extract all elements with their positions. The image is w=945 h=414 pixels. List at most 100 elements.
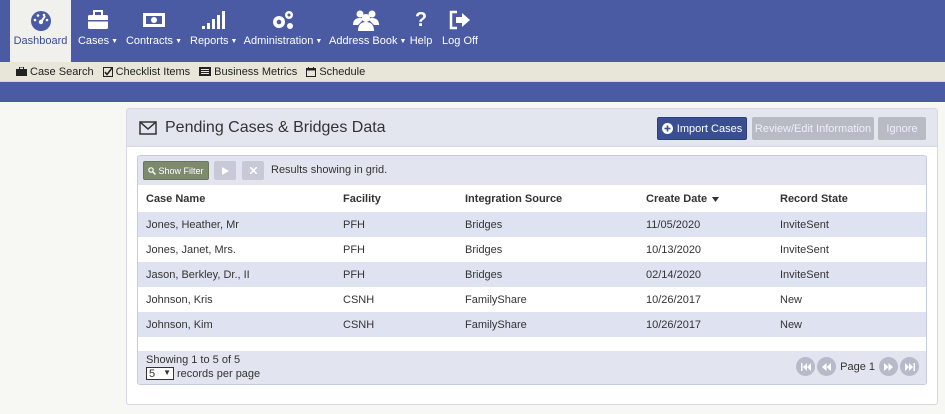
cell-facility: PFH bbox=[343, 269, 365, 281]
column-header-create-date[interactable]: Create Date bbox=[646, 193, 720, 205]
nav-label: Contracts bbox=[125, 35, 174, 47]
bar-chart-icon bbox=[190, 9, 236, 31]
subnav-schedule[interactable]: Schedule bbox=[306, 66, 365, 78]
column-header-case-name[interactable]: Case Name bbox=[146, 193, 205, 205]
results-grid: Show Filter Results showing in grid. Cas… bbox=[137, 155, 927, 385]
cell-case-name: Jones, Heather, Mr bbox=[146, 219, 239, 231]
column-header-integration-source[interactable]: Integration Source bbox=[465, 193, 562, 205]
briefcase-icon bbox=[16, 67, 27, 76]
showing-count: Showing 1 to 5 of 5 bbox=[146, 354, 241, 366]
cell-facility: PFH bbox=[343, 244, 365, 256]
nav-administration[interactable]: Administration ▼ bbox=[243, 0, 323, 62]
import-cases-button[interactable]: Import Cases bbox=[657, 117, 747, 140]
nav-log-off[interactable]: Log Off bbox=[439, 0, 481, 62]
column-header-facility[interactable]: Facility bbox=[343, 193, 381, 205]
cell-record-state: New bbox=[780, 294, 803, 306]
nav-address-book[interactable]: Address Book ▼ bbox=[329, 0, 407, 62]
table-row[interactable]: Johnson, Kim CSNH FamilyShare 10/26/2017… bbox=[138, 312, 926, 337]
records-per-page-value: 5 bbox=[149, 367, 156, 380]
nav-help[interactable]: ? Help bbox=[408, 0, 434, 62]
subnav-label: Schedule bbox=[319, 65, 366, 78]
cell-integration-source: Bridges bbox=[465, 244, 503, 256]
sub-nav: Case Search Checklist Items Business Met… bbox=[0, 62, 945, 82]
records-per-page-select[interactable]: 5 ▼ bbox=[146, 367, 174, 380]
panel-header: Pending Cases & Bridges Data Import Case… bbox=[127, 109, 937, 147]
table-row[interactable]: Jones, Heather, Mr PFH Bridges 11/05/202… bbox=[138, 212, 926, 237]
cell-create-date: 10/26/2017 bbox=[646, 294, 702, 306]
nav-label: Dashboard bbox=[13, 35, 68, 47]
import-cases-label: Import Cases bbox=[676, 122, 743, 135]
first-page-button[interactable] bbox=[796, 357, 816, 376]
cell-create-date: 10/26/2017 bbox=[646, 319, 702, 331]
cell-integration-source: Bridges bbox=[465, 219, 503, 231]
prev-page-button[interactable] bbox=[817, 357, 837, 376]
next-page-button[interactable] bbox=[879, 357, 898, 376]
subnav-label: Case Search bbox=[30, 65, 94, 78]
nav-label: Log Off bbox=[442, 35, 478, 47]
cell-record-state: New bbox=[780, 319, 803, 331]
nav-label: Cases bbox=[77, 35, 110, 47]
cell-create-date: 02/14/2020 bbox=[646, 269, 702, 281]
chevron-down-icon: ▼ bbox=[163, 368, 171, 377]
header-band bbox=[0, 82, 945, 102]
cell-record-state: InviteSent bbox=[780, 269, 829, 281]
play-icon bbox=[221, 166, 229, 175]
gears-icon bbox=[243, 9, 323, 31]
envelope-icon bbox=[139, 121, 157, 135]
subnav-checklist-items[interactable]: Checklist Items bbox=[102, 66, 190, 78]
table-header: Case Name Facility Integration Source Cr… bbox=[138, 185, 926, 212]
table-row[interactable]: Jones, Janet, Mrs. PFH Bridges 10/13/202… bbox=[138, 237, 926, 262]
ignore-button[interactable]: Ignore bbox=[878, 117, 926, 140]
cell-integration-source: FamilyShare bbox=[465, 294, 527, 306]
caret-down-icon: ▼ bbox=[315, 37, 323, 45]
clear-filter-button[interactable] bbox=[242, 161, 264, 180]
top-nav: Dashboard Cases ▼ Contracts ▼ Reports ▼ Adm… bbox=[0, 0, 945, 62]
caret-down-icon: ▼ bbox=[111, 37, 119, 45]
cell-record-state: InviteSent bbox=[780, 219, 829, 231]
subnav-case-search[interactable]: Case Search bbox=[16, 66, 94, 78]
nav-dashboard[interactable]: Dashboard bbox=[10, 0, 71, 62]
search-icon bbox=[148, 166, 157, 175]
subnav-business-metrics[interactable]: Business Metrics bbox=[199, 66, 297, 78]
nav-reports[interactable]: Reports ▼ bbox=[190, 0, 238, 62]
apply-filter-button[interactable] bbox=[214, 161, 236, 180]
subnav-label: Business Metrics bbox=[214, 65, 298, 78]
plus-circle-icon bbox=[661, 123, 673, 134]
show-filter-button[interactable]: Show Filter bbox=[143, 161, 209, 180]
nav-label: Administration bbox=[243, 35, 314, 47]
caret-down-icon: ▼ bbox=[175, 37, 182, 45]
logout-icon bbox=[439, 9, 481, 31]
table-row[interactable]: Jason, Berkley, Dr., II PFH Bridges 02/1… bbox=[138, 262, 926, 287]
grid-status-text: Results showing in grid. bbox=[271, 164, 388, 176]
show-filter-label: Show Filter bbox=[158, 165, 204, 176]
users-icon bbox=[329, 9, 403, 31]
records-per-page-label: records per page bbox=[177, 367, 261, 380]
last-page-icon bbox=[904, 362, 915, 371]
cell-facility: CSNH bbox=[343, 319, 375, 331]
page-title: Pending Cases & Bridges Data bbox=[165, 119, 386, 136]
briefcase-icon bbox=[76, 9, 120, 31]
sort-desc-icon bbox=[712, 196, 720, 202]
cell-integration-source: FamilyShare bbox=[465, 319, 527, 331]
cell-facility: CSNH bbox=[343, 294, 375, 306]
checkbox-icon bbox=[102, 66, 113, 77]
next-page-icon bbox=[884, 362, 893, 371]
metrics-icon bbox=[199, 67, 212, 76]
page-indicator: Page 1 bbox=[840, 360, 875, 373]
cell-case-name: Jason, Berkley, Dr., II bbox=[146, 269, 250, 281]
nav-contracts[interactable]: Contracts ▼ bbox=[125, 0, 183, 62]
cell-create-date: 11/05/2020 bbox=[646, 219, 701, 231]
nav-cases[interactable]: Cases ▼ bbox=[76, 0, 120, 62]
nav-label: Help bbox=[409, 35, 433, 47]
grid-toolbar: Show Filter Results showing in grid. bbox=[138, 156, 926, 185]
per-page-control: 5 ▼ records per page bbox=[146, 367, 260, 380]
caret-down-icon: ▼ bbox=[399, 37, 407, 45]
column-header-create-date-label: Create Date bbox=[646, 193, 708, 205]
column-header-record-state[interactable]: Record State bbox=[780, 193, 848, 205]
last-page-button[interactable] bbox=[900, 357, 919, 376]
review-edit-button[interactable]: Review/Edit Information bbox=[752, 117, 874, 140]
caret-down-icon: ▼ bbox=[230, 37, 238, 45]
table-row[interactable]: Johnson, Kris CSNH FamilyShare 10/26/201… bbox=[138, 287, 926, 312]
dashboard-icon bbox=[10, 9, 71, 31]
first-page-icon bbox=[800, 362, 811, 371]
